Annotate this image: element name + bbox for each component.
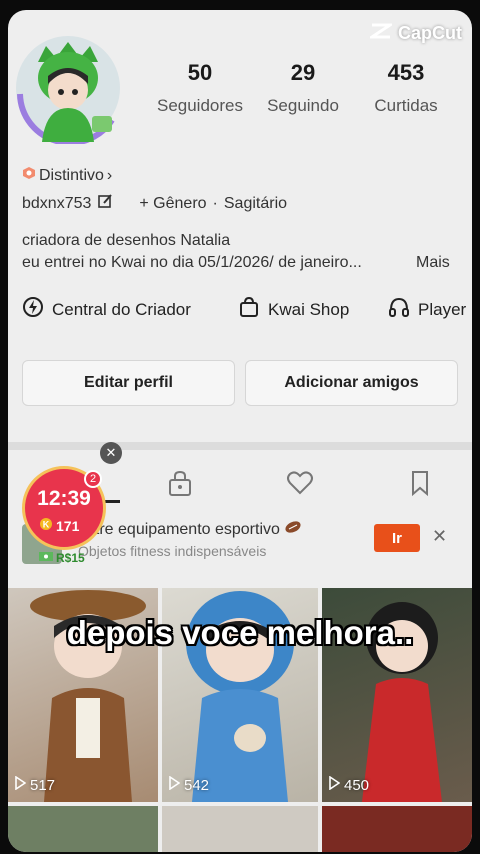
player-label: Player bbox=[418, 299, 467, 319]
ad-subtitle: Objetos fitness indispensáveis bbox=[78, 543, 267, 559]
timer-coins-row: K 171 bbox=[39, 517, 79, 534]
svg-text:K: K bbox=[43, 520, 50, 530]
timer-time: 12:39 bbox=[37, 487, 91, 510]
badge-icon bbox=[22, 166, 36, 185]
following-label[interactable]: Seguindo bbox=[258, 96, 348, 116]
ad-title: ostre equipamento esportivo bbox=[78, 520, 280, 538]
view-count: 450 bbox=[328, 775, 370, 794]
badge-link[interactable]: Distintivo › bbox=[22, 166, 112, 185]
kwai-shop-label: Kwai Shop bbox=[268, 299, 350, 319]
view-count: 542 bbox=[168, 775, 210, 794]
timer-coins: 171 bbox=[56, 517, 80, 534]
view-count: 517 bbox=[14, 775, 56, 794]
reward-amount: R$15 bbox=[56, 550, 85, 565]
tab-private-lock-icon[interactable] bbox=[165, 468, 195, 498]
bio-line-2: eu entrei no Kwai no dia 05/1/2026/ de j… bbox=[22, 254, 362, 271]
view-count-value: 542 bbox=[184, 776, 210, 794]
creator-center-link[interactable]: Central do Criador bbox=[22, 296, 191, 323]
badge-arrow-icon: › bbox=[106, 166, 113, 184]
following-count[interactable]: 29 bbox=[263, 60, 343, 86]
player-link[interactable]: Player bbox=[388, 296, 466, 323]
likes-count[interactable]: 453 bbox=[366, 60, 446, 86]
zodiac-sign: Sagitário bbox=[223, 194, 288, 212]
play-icon bbox=[168, 775, 181, 794]
capcut-watermark: CapCut bbox=[367, 22, 462, 45]
profile-screen: CapCut 50 Seguidores 29 Seguindo 453 Cur… bbox=[8, 10, 472, 852]
tab-saved-bookmark-icon[interactable] bbox=[405, 468, 435, 498]
video-thumbnail[interactable] bbox=[8, 806, 158, 852]
capcut-label: CapCut bbox=[398, 23, 462, 43]
timer-close-icon[interactable]: ✕ bbox=[100, 442, 122, 464]
kwai-shop-link[interactable]: Kwai Shop bbox=[238, 296, 349, 323]
cash-icon bbox=[38, 550, 54, 565]
capcut-logo-icon bbox=[367, 22, 395, 45]
gender-button[interactable]: + Gênero bbox=[139, 195, 206, 213]
video-thumbnail[interactable] bbox=[322, 806, 472, 852]
add-friends-button[interactable]: Adicionar amigos bbox=[245, 360, 458, 406]
reward-badge: R$15 bbox=[38, 550, 85, 565]
profile-avatar[interactable] bbox=[12, 32, 124, 146]
video-caption-overlay: depois voce melhora.. bbox=[66, 614, 414, 651]
bag-icon bbox=[238, 296, 260, 323]
creator-center-label: Central do Criador bbox=[52, 299, 191, 319]
view-count-value: 450 bbox=[344, 776, 370, 794]
profile-info-row: bdxnx753 + Gênero · Sagitário bbox=[22, 193, 287, 214]
username: bdxnx753 bbox=[22, 194, 92, 212]
play-icon bbox=[14, 775, 27, 794]
ad-title-row: ostre equipamento esportivo bbox=[78, 520, 302, 539]
ad-cta-button[interactable]: Ir bbox=[374, 524, 420, 552]
football-icon bbox=[284, 520, 302, 539]
play-icon bbox=[328, 775, 341, 794]
followers-count[interactable]: 50 bbox=[160, 60, 240, 86]
video-thumbnail[interactable] bbox=[162, 806, 318, 852]
badge-label: Distintivo bbox=[39, 166, 104, 184]
view-count-value: 517 bbox=[30, 776, 56, 794]
edit-profile-button[interactable]: Editar perfil bbox=[22, 360, 235, 406]
ad-close-icon[interactable]: ✕ bbox=[432, 526, 447, 547]
timer-notification-badge: 2 bbox=[84, 470, 102, 488]
coin-icon: K bbox=[39, 517, 53, 534]
likes-label[interactable]: Curtidas bbox=[361, 96, 451, 116]
tab-likes-heart-icon[interactable] bbox=[285, 468, 315, 498]
edit-username-icon[interactable] bbox=[97, 193, 113, 214]
bio-line-1: criadora de desenhos Natalia bbox=[22, 232, 231, 249]
followers-label[interactable]: Seguidores bbox=[150, 96, 250, 116]
bio-more-link[interactable]: Mais bbox=[416, 254, 450, 272]
info-separator: · bbox=[212, 194, 218, 212]
headphones-icon bbox=[388, 296, 410, 323]
bolt-circle-icon bbox=[22, 296, 44, 323]
